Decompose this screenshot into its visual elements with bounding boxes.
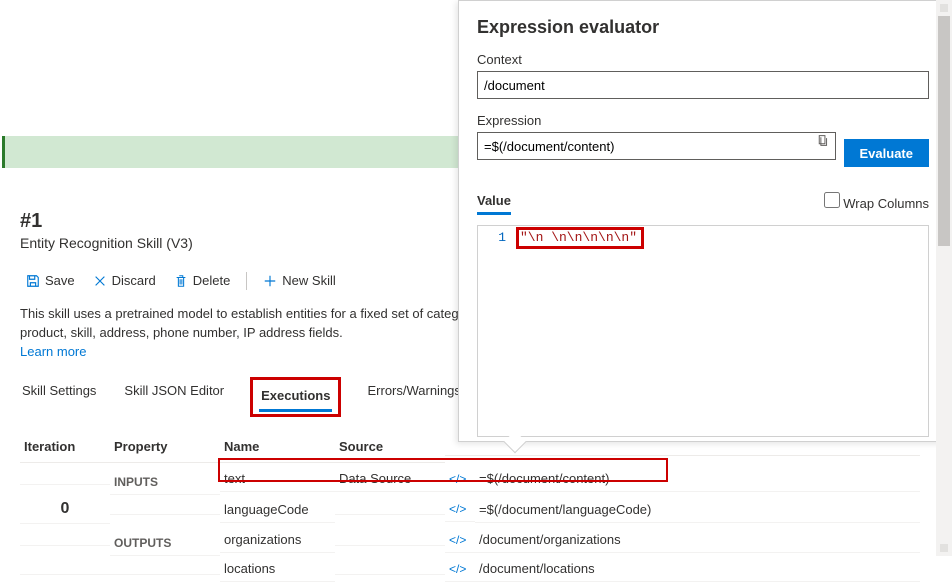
tab-errors[interactable]: Errors/Warnings ( — [365, 377, 470, 417]
discard-label: Discard — [112, 273, 156, 288]
cell-prop-1 — [110, 504, 220, 515]
row-srctype-2 — [335, 535, 445, 546]
row-srctype-1 — [335, 504, 445, 515]
row-name-1: languageCode — [220, 497, 335, 523]
row-srctype-3 — [335, 564, 445, 575]
col-iteration: Iteration — [20, 431, 110, 463]
row-highlight-annotation — [218, 458, 668, 482]
evaluate-button[interactable]: Evaluate — [844, 139, 929, 167]
code-icon-3[interactable]: </> — [445, 557, 475, 582]
line-number: 1 — [486, 230, 506, 245]
context-input[interactable] — [477, 71, 929, 99]
vertical-scrollbar[interactable] — [936, 0, 952, 556]
cell-prop-3 — [110, 564, 220, 575]
new-skill-button[interactable]: New Skill — [257, 269, 341, 292]
scrollbar-thumb[interactable] — [938, 16, 950, 246]
learn-more-link[interactable]: Learn more — [20, 344, 86, 359]
cell-iter — [20, 474, 110, 485]
tab-settings[interactable]: Skill Settings — [20, 377, 98, 417]
copy-icon[interactable] — [816, 134, 829, 150]
outputs-label: OUTPUTS — [110, 524, 220, 556]
code-icon-2[interactable]: </> — [445, 528, 475, 553]
value-highlight-annotation — [516, 227, 644, 249]
expression-evaluator-popup: Expression evaluator Context Expression … — [458, 0, 948, 442]
row-name-3: locations — [220, 556, 335, 582]
row-path-1: =$(/document/languageCode) — [475, 497, 920, 523]
delete-label: Delete — [193, 273, 231, 288]
delete-icon — [174, 274, 188, 288]
save-button[interactable]: Save — [20, 269, 81, 292]
expression-label: Expression — [477, 113, 929, 128]
tab-json[interactable]: Skill JSON Editor — [122, 377, 226, 417]
code-icon-1[interactable]: </> — [445, 497, 475, 522]
line-gutter: 1 — [478, 226, 514, 436]
row-name-2: organizations — [220, 527, 335, 553]
wrap-columns-checkbox[interactable]: Wrap Columns — [824, 192, 929, 211]
plus-icon — [263, 274, 277, 288]
discard-icon — [93, 274, 107, 288]
wrap-columns-label: Wrap Columns — [843, 196, 929, 211]
new-skill-label: New Skill — [282, 273, 335, 288]
value-area: 1 "\n \n\n\n\n\n" — [477, 225, 929, 437]
save-label: Save — [45, 273, 75, 288]
discard-button[interactable]: Discard — [87, 269, 162, 292]
col-property: Property — [110, 431, 220, 463]
cell-iter-3 — [20, 564, 110, 575]
inputs-label: INPUTS — [110, 463, 220, 495]
save-icon — [26, 274, 40, 288]
value-content[interactable]: "\n \n\n\n\n\n" — [514, 226, 928, 436]
expression-input[interactable] — [477, 132, 836, 160]
executions-grid: Iteration Property Name Source INPUTS te… — [20, 431, 920, 582]
cell-iter-2 — [20, 535, 110, 546]
evaluator-title: Expression evaluator — [477, 17, 929, 38]
value-tab[interactable]: Value — [477, 193, 511, 215]
context-label: Context — [477, 52, 929, 67]
row-path-2: /document/organizations — [475, 527, 920, 553]
delete-button[interactable]: Delete — [168, 269, 237, 292]
toolbar-divider — [246, 272, 247, 290]
iteration-value: 0 — [20, 495, 110, 524]
tab-executions[interactable]: Executions — [259, 382, 332, 412]
tab-executions-highlight: Executions — [250, 377, 341, 417]
row-path-3: /document/locations — [475, 556, 920, 582]
wrap-columns-input[interactable] — [824, 192, 840, 208]
